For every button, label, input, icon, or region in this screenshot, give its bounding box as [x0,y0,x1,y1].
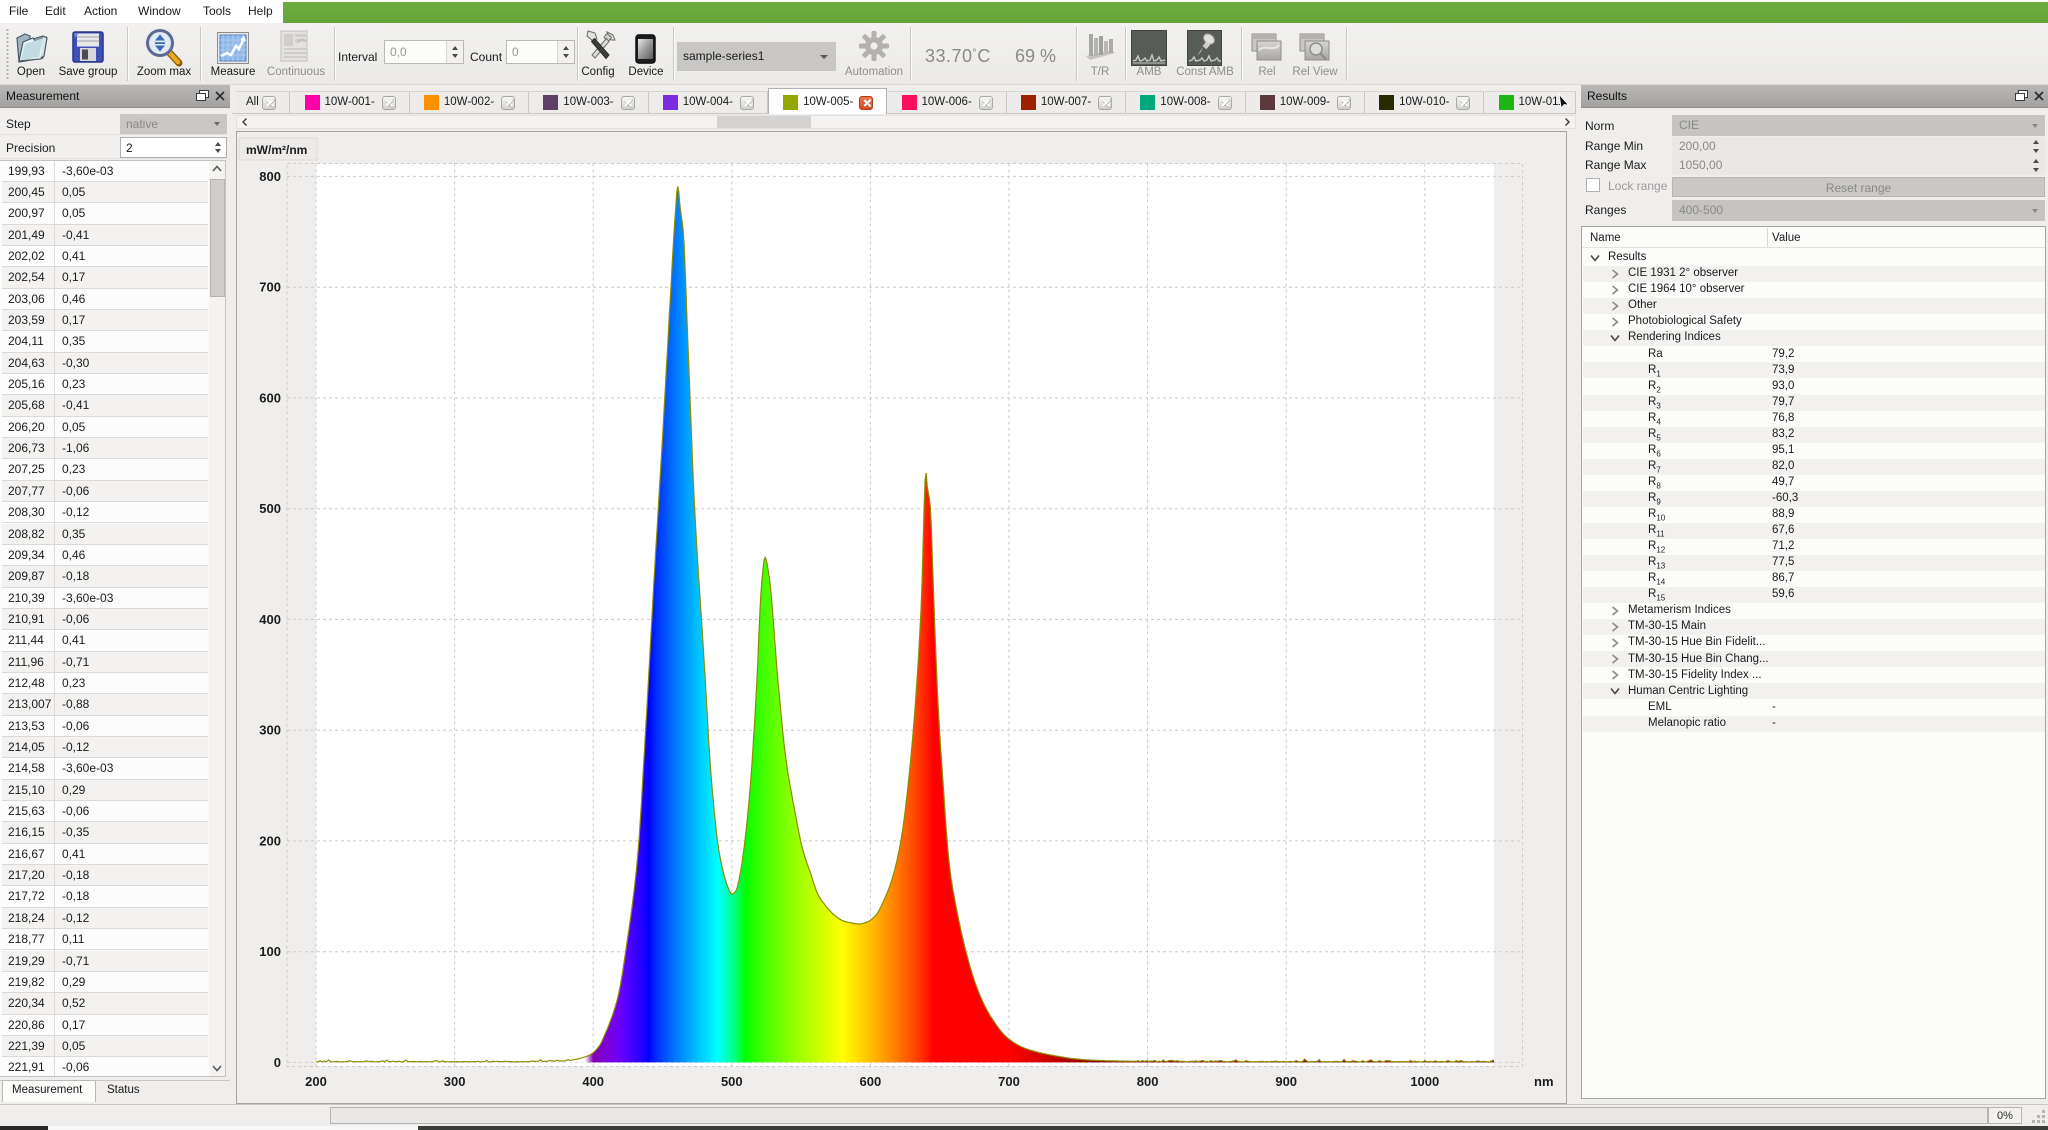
svg-text:200: 200 [305,1074,327,1089]
svg-text:nm: nm [1534,1074,1554,1089]
svg-text:300: 300 [259,723,281,738]
svg-text:1000: 1000 [1410,1074,1439,1089]
svg-text:100: 100 [259,944,281,959]
svg-text:400: 400 [259,612,281,627]
svg-text:900: 900 [1275,1074,1297,1089]
svg-text:700: 700 [259,280,281,295]
svg-text:400: 400 [582,1074,604,1089]
svg-text:800: 800 [1137,1074,1159,1089]
svg-text:500: 500 [259,501,281,516]
svg-text:mW/m²/nm: mW/m²/nm [246,143,307,157]
svg-text:800: 800 [259,169,281,184]
svg-text:0: 0 [274,1055,281,1070]
svg-text:300: 300 [444,1074,466,1089]
svg-text:600: 600 [860,1074,882,1089]
svg-text:600: 600 [259,390,281,405]
svg-text:200: 200 [259,833,281,848]
svg-text:500: 500 [721,1074,743,1089]
svg-text:700: 700 [998,1074,1020,1089]
